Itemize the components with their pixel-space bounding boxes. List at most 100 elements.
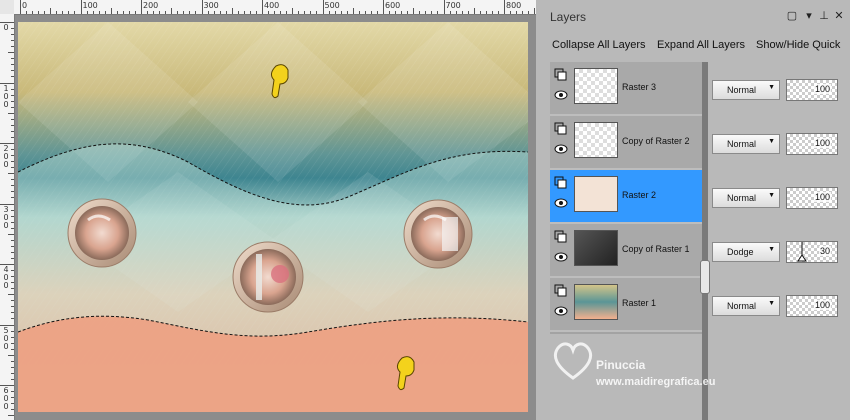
ruler-tick [11, 197, 14, 199]
ruler-tick [376, 11, 378, 14]
ruler-tick [0, 82, 14, 84]
layer-type-icon[interactable] [554, 284, 568, 298]
ruler-tick [11, 348, 14, 350]
ruler-tick [32, 11, 34, 14]
ruler-tick [11, 106, 14, 108]
ruler-corner [0, 0, 15, 15]
ruler-tick [11, 318, 14, 320]
opacity-slider[interactable]: 100 [786, 133, 838, 155]
ruler-tick [298, 11, 300, 14]
blend-mode-select[interactable]: Dodge ▼ [712, 242, 780, 262]
layer-type-icon[interactable] [554, 122, 568, 136]
ruler-tick [346, 11, 348, 14]
ruler-tick [11, 155, 14, 157]
canvas-image[interactable] [18, 22, 528, 412]
ruler-tick [11, 312, 14, 314]
eye-icon[interactable] [554, 304, 568, 318]
layers-list: Raster 3 Copy of Raster 2 Raster 2 Copy … [550, 62, 708, 334]
ruler-tick [147, 11, 149, 14]
layer-type-icon[interactable] [554, 230, 568, 244]
ruler-tick [183, 11, 185, 14]
ruler-tick [11, 397, 14, 399]
opacity-slider[interactable]: 100 [786, 295, 838, 317]
eye-icon[interactable] [554, 250, 568, 264]
ruler-tick [11, 282, 14, 284]
opacity-value: 30 [818, 246, 831, 256]
ruler-tick [11, 403, 14, 405]
ruler-label: 0 [3, 23, 9, 32]
layer-name[interactable]: Raster 1 [622, 298, 656, 308]
restore-window-icon[interactable]: ▢ [786, 10, 798, 22]
ruler-tick [11, 124, 14, 126]
blend-mode-select[interactable]: Normal ▼ [712, 134, 780, 154]
horizontal-ruler: 0 100 200 300 400 500 600 700 800 [14, 0, 536, 15]
opacity-value: 100 [813, 138, 831, 148]
collapse-all-layers-button[interactable]: Collapse All Layers [552, 39, 646, 51]
ruler-tick [11, 70, 14, 72]
blend-mode-select[interactable]: Normal ▼ [712, 188, 780, 208]
ruler-tick [11, 257, 14, 259]
layer-name[interactable]: Copy of Raster 1 [622, 244, 690, 254]
ruler-label: 400 [264, 1, 280, 10]
pin-icon[interactable]: ⊥ [818, 10, 830, 22]
ruler-label: 0 [22, 1, 28, 10]
ruler-label: 600 [385, 1, 401, 10]
ruler-tick [231, 8, 233, 14]
layer-row-copy-of-raster-1[interactable]: Copy of Raster 1 [550, 224, 708, 278]
ruler-tick [11, 167, 14, 169]
ruler-tick [274, 11, 276, 14]
ruler-tick [413, 8, 415, 14]
ruler-tick [528, 11, 530, 14]
ruler-tick [0, 385, 14, 386]
ruler-tick [0, 22, 14, 23]
opacity-slider-thumb[interactable] [797, 242, 807, 262]
opacity-slider[interactable]: 100 [786, 187, 838, 209]
ruler-tick [286, 11, 288, 14]
ruler-tick [128, 11, 130, 14]
ruler-tick [11, 239, 14, 241]
layer-name[interactable]: Copy of Raster 2 [622, 136, 690, 146]
ruler-tick [304, 11, 306, 14]
layer-type-icon[interactable] [554, 68, 568, 82]
ruler-tick [237, 11, 239, 14]
ruler-tick [159, 11, 161, 14]
opacity-slider[interactable]: 30 [786, 241, 838, 263]
dropdown-arrow-icon: ▼ [768, 300, 775, 307]
blend-mode-select[interactable]: Normal ▼ [712, 80, 780, 100]
ruler-tick [419, 11, 421, 14]
ruler-tick [268, 11, 270, 14]
eye-icon[interactable] [554, 142, 568, 156]
ruler-tick [116, 11, 118, 14]
ruler-tick [437, 11, 439, 14]
opacity-slider[interactable]: 100 [786, 79, 838, 101]
close-icon[interactable]: ✕ [833, 10, 845, 22]
document-canvas-area[interactable]: 0 100 200 300 400 500 600 700 800 0 100 200 300 400 5… [0, 0, 536, 420]
ruler-tick [11, 28, 14, 30]
ruler-tick [104, 11, 106, 14]
ruler-tick [510, 11, 512, 14]
ruler-tick [50, 8, 52, 14]
layer-name[interactable]: Raster 3 [622, 82, 656, 92]
layer-row-raster-3[interactable]: Raster 3 [550, 62, 708, 116]
opacity-value: 100 [813, 300, 831, 310]
blend-mode-value: Normal [727, 139, 757, 149]
ruler-tick [449, 11, 451, 14]
blend-mode-value: Normal [727, 85, 757, 95]
show-hide-quick-button[interactable]: Show/Hide Quick [756, 39, 840, 51]
layer-name[interactable]: Raster 2 [622, 190, 656, 200]
eye-icon[interactable] [554, 196, 568, 210]
layer-row-raster-2[interactable]: Raster 2 [550, 170, 708, 224]
expand-all-layers-button[interactable]: Expand All Layers [657, 39, 745, 51]
blend-mode-select[interactable]: Normal ▼ [712, 296, 780, 316]
dropdown-arrow-icon: ▼ [768, 84, 775, 91]
vertical-ruler: 0 100 200 300 400 500 600 [0, 14, 15, 420]
ruler-tick [11, 300, 14, 302]
eye-icon[interactable] [554, 88, 568, 102]
ruler-tick [11, 88, 14, 90]
layer-row-copy-of-raster-2[interactable]: Copy of Raster 2 [550, 116, 708, 170]
splitter-grip-handle[interactable] [700, 260, 710, 294]
layer-type-icon[interactable] [554, 176, 568, 190]
dropdown-arrow-icon[interactable]: ▾ [803, 10, 815, 22]
ruler-tick [38, 11, 40, 14]
ruler-tick [8, 354, 14, 356]
